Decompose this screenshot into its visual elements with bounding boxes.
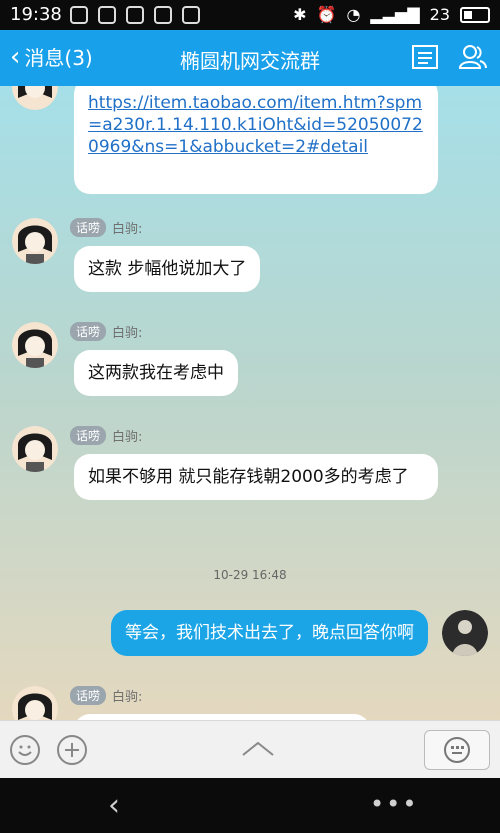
message-text: 这两款我在考虑中 (88, 363, 224, 383)
input-bar (0, 720, 500, 779)
nav-back-icon[interactable]: ‹ (108, 788, 120, 823)
group-notice-icon[interactable] (410, 42, 440, 72)
sender-tag: 话唠 白驹: (70, 426, 142, 445)
notification-icons (70, 6, 200, 24)
bluetooth-icon: ✱ (293, 5, 307, 24)
member-badge: 话唠 (70, 322, 107, 341)
battery-level: 23 (429, 5, 450, 24)
plus-icon (65, 743, 79, 757)
sender-name: 白驹: (112, 222, 143, 237)
message-bubble[interactable]: 这款 步幅他说加大了 (74, 246, 261, 292)
wifi-icon: ◔ (346, 5, 361, 24)
sender-name: 白驹: (112, 690, 143, 705)
signal-icon: ▂▃▅▇ (370, 5, 420, 24)
message-text: 等会，我们技术出去了，晚点回答你啊 (125, 623, 414, 643)
message-bubble[interactable]: 如果不够用 就只能存钱朝2000多的考虑了 (74, 454, 438, 500)
system-nav-bar: ‹ ••• (0, 778, 500, 833)
message-timestamp: 10-29 16:48 (213, 568, 287, 582)
sender-tag: 话唠 白驹: (70, 322, 142, 341)
message-link[interactable]: https://item.taobao.com/item.htm?spm=a23… (88, 93, 423, 157)
sender-tag: 话唠 白驹: (70, 218, 142, 237)
more-icon[interactable]: ••• (370, 790, 418, 818)
emoji-icon (18, 745, 32, 756)
chevron-up-icon[interactable] (240, 739, 276, 759)
sender-avatar[interactable] (12, 86, 58, 110)
status-bar: 19:38 ✱ ⏰ ◔ ▂▃▅▇ 23 (0, 0, 500, 30)
sender-avatar[interactable] (12, 218, 58, 264)
member-badge: 话唠 (70, 686, 107, 705)
message-text: 如果不够用 就只能存钱朝2000多的考虑了 (88, 467, 409, 487)
sender-avatar[interactable] (12, 322, 58, 368)
message-bubble-outgoing[interactable]: 等会，我们技术出去了，晚点回答你啊 (111, 610, 428, 656)
notification-icon (154, 6, 172, 24)
battery-icon (460, 6, 490, 23)
notification-icon (70, 6, 88, 24)
chat-header: ‹ 消息(3) 椭圆机网交流群 (0, 30, 500, 86)
add-button[interactable] (57, 735, 87, 765)
my-avatar[interactable] (442, 610, 488, 656)
notification-icon (126, 6, 144, 24)
status-time: 19:38 (10, 4, 62, 25)
group-members-icon[interactable] (458, 42, 488, 72)
sender-name: 白驹: (112, 326, 143, 341)
notification-icon (98, 6, 116, 24)
keyboard-button[interactable] (424, 730, 490, 770)
member-badge: 话唠 (70, 218, 107, 237)
sender-name: 白驹: (112, 430, 143, 445)
message-bubble[interactable]: https://item.taobao.com/item.htm?spm=a23… (74, 86, 438, 194)
message-bubble[interactable]: 这两款我在考虑中 (74, 350, 238, 396)
member-badge: 话唠 (70, 426, 107, 445)
message-text: 这款 步幅他说加大了 (88, 259, 247, 279)
system-indicators: ✱ ⏰ ◔ ▂▃▅▇ 23 (293, 5, 490, 24)
sender-avatar[interactable] (12, 686, 58, 720)
alarm-icon: ⏰ (316, 5, 337, 24)
sender-avatar[interactable] (12, 426, 58, 472)
notification-icon (182, 6, 200, 24)
sender-tag: 话唠 白驹: (70, 686, 142, 705)
keyboard-icon (444, 737, 470, 763)
chat-area[interactable]: https://item.taobao.com/item.htm?spm=a23… (0, 86, 500, 720)
emoji-button[interactable] (10, 735, 40, 765)
